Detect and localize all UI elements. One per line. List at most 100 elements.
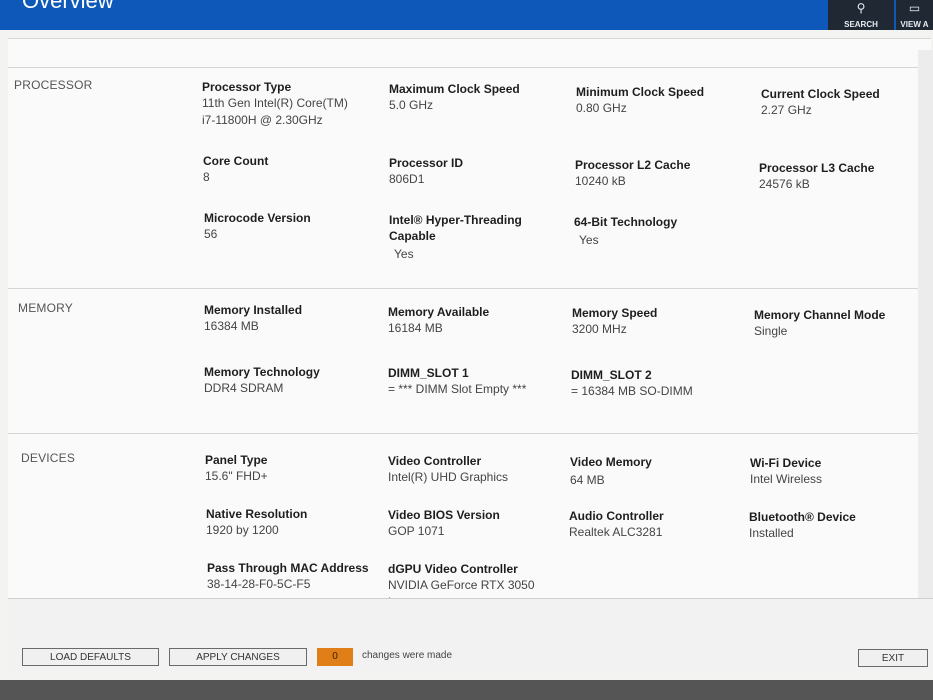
- field-value: Yes: [579, 233, 599, 247]
- section-label-processor: PROCESSOR: [14, 78, 93, 92]
- field-label: Processor L2 Cache: [575, 158, 691, 172]
- field-value: 16384 MB: [204, 319, 259, 333]
- field-value: 0.80 GHz: [576, 101, 627, 115]
- field-value: 3200 MHz: [572, 322, 627, 336]
- field-max-clock-speed: Maximum Clock Speed 5.0 GHz: [389, 81, 569, 114]
- field-label: Memory Technology: [204, 365, 320, 379]
- search-label: SEARCH: [844, 20, 878, 29]
- field-label: DIMM_SLOT 2: [571, 368, 652, 382]
- field-l2-cache: Processor L2 Cache 10240 kB: [575, 157, 755, 190]
- field-microcode-version: Microcode Version 56: [204, 210, 384, 243]
- field-value: Realtek ALC3281: [569, 525, 663, 539]
- field-label: Processor L3 Cache: [759, 161, 875, 175]
- field-l3-cache: Processor L3 Cache 24576 kB: [759, 160, 933, 193]
- field-hyper-threading: Intel® Hyper-Threading Capable Yes: [389, 212, 569, 263]
- exit-button[interactable]: EXIT: [858, 649, 928, 667]
- field-value: 16184 MB: [388, 321, 443, 335]
- field-dimm-slot-2: DIMM_SLOT 2 = 16384 MB SO-DIMM: [571, 367, 751, 400]
- field-label: dGPU Video Controller: [388, 562, 518, 576]
- field-label: Bluetooth® Device: [749, 510, 856, 524]
- field-value: 5.0 GHz: [389, 98, 434, 112]
- field-value: 2.27 GHz: [761, 103, 812, 117]
- field-value: Intel(R) UHD Graphics: [388, 470, 509, 484]
- field-wifi-device: Wi-Fi Device Intel Wireless: [750, 455, 930, 488]
- field-memory-speed: Memory Speed 3200 MHz: [572, 305, 752, 338]
- field-video-memory: Video Memory 64 MB: [570, 454, 750, 489]
- field-value: = 16384 MB SO-DIMM: [571, 384, 693, 398]
- field-value: Intel Wireless: [750, 472, 823, 486]
- processor-memory-divider: [8, 288, 931, 289]
- field-label: Video Memory: [570, 455, 652, 469]
- field-value: 806D1: [389, 172, 425, 186]
- header-divider: [8, 67, 931, 68]
- field-value: 15.6" FHD+: [205, 469, 268, 483]
- field-value: 24576 kB: [759, 177, 810, 191]
- field-memory-available: Memory Available 16184 MB: [388, 304, 568, 337]
- field-label: Memory Installed: [204, 303, 303, 317]
- field-label: Pass Through MAC Address: [207, 561, 369, 575]
- field-label: Processor Type: [202, 80, 292, 94]
- field-label: Video Controller: [388, 454, 482, 468]
- field-value: 10240 kB: [575, 174, 626, 188]
- screen-bezel: [0, 680, 933, 700]
- search-icon: ⚲: [856, 1, 866, 15]
- header-bar: Overview: [0, 0, 933, 30]
- field-value: GOP 1071: [388, 524, 445, 538]
- field-label: Microcode Version: [204, 211, 311, 225]
- field-label: Memory Speed: [572, 306, 658, 320]
- field-label: Memory Channel Mode: [754, 308, 886, 322]
- field-label: Core Count: [203, 154, 269, 168]
- field-value: 1920 by 1200: [206, 523, 279, 537]
- field-label: 64-Bit Technology: [574, 215, 678, 229]
- page-title: Overview: [22, 0, 114, 13]
- field-pass-through-mac: Pass Through MAC Address 38-14-28-F0-5C-…: [207, 560, 387, 593]
- field-label: Native Resolution: [206, 507, 308, 521]
- view-icon: ▭: [908, 1, 921, 15]
- view-label: VIEW A: [900, 20, 929, 29]
- vertical-scrollbar[interactable]: [918, 50, 933, 600]
- field-label: Minimum Clock Speed: [576, 85, 705, 99]
- field-value: 38-14-28-F0-5C-F5: [207, 577, 311, 591]
- field-label: Memory Available: [388, 305, 490, 319]
- field-label: Maximum Clock Speed: [389, 82, 520, 96]
- field-value: = *** DIMM Slot Empty ***: [388, 382, 527, 396]
- field-value: Single: [754, 324, 788, 338]
- changes-count-badge: 0: [317, 648, 353, 666]
- field-current-clock-speed: Current Clock Speed 2.27 GHz: [761, 86, 933, 119]
- field-value: 56: [204, 227, 218, 241]
- field-label: Panel Type: [205, 453, 268, 467]
- field-label: Audio Controller: [569, 509, 664, 523]
- field-min-clock-speed: Minimum Clock Speed 0.80 GHz: [576, 84, 756, 117]
- field-audio-controller: Audio Controller Realtek ALC3281: [569, 508, 749, 541]
- field-label: Intel® Hyper-Threading Capable: [389, 213, 522, 243]
- section-label-memory: MEMORY: [18, 301, 73, 315]
- field-value: Yes: [394, 247, 414, 261]
- field-processor-type: Processor Type 11th Gen Intel(R) Core(TM…: [202, 79, 382, 129]
- field-video-controller: Video Controller Intel(R) UHD Graphics: [388, 453, 568, 486]
- field-label: Processor ID: [389, 156, 464, 170]
- field-label: Video BIOS Version: [388, 508, 500, 522]
- field-memory-technology: Memory Technology DDR4 SDRAM: [204, 364, 384, 397]
- changes-status-text: changes were made: [362, 650, 453, 661]
- field-native-resolution: Native Resolution 1920 by 1200: [206, 506, 386, 539]
- field-bluetooth-device: Bluetooth® Device Installed: [749, 509, 929, 542]
- field-label: DIMM_SLOT 1: [388, 366, 469, 380]
- field-value: 8: [203, 170, 210, 184]
- field-memory-installed: Memory Installed 16384 MB: [204, 302, 384, 335]
- section-label-devices: DEVICES: [21, 451, 76, 465]
- field-processor-id: Processor ID 806D1: [389, 155, 569, 188]
- field-dimm-slot-1: DIMM_SLOT 1 = *** DIMM Slot Empty ***: [388, 365, 568, 398]
- field-value: 64 MB: [570, 473, 605, 487]
- memory-devices-divider: [8, 433, 931, 434]
- field-64-bit: 64-Bit Technology Yes: [574, 214, 754, 249]
- apply-changes-button[interactable]: APPLY CHANGES: [169, 648, 307, 666]
- field-label: Current Clock Speed: [761, 87, 880, 101]
- field-value: 11th Gen Intel(R) Core(TM) i7-11800H @ 2…: [202, 96, 348, 127]
- field-value: DDR4 SDRAM: [204, 381, 284, 395]
- field-value: Installed: [749, 526, 794, 540]
- field-video-bios-version: Video BIOS Version GOP 1071: [388, 507, 568, 540]
- load-defaults-button[interactable]: LOAD DEFAULTS: [22, 648, 159, 666]
- field-core-count: Core Count 8: [203, 153, 383, 186]
- field-label: Wi-Fi Device: [750, 456, 822, 470]
- field-memory-channel-mode: Memory Channel Mode Single: [754, 307, 933, 340]
